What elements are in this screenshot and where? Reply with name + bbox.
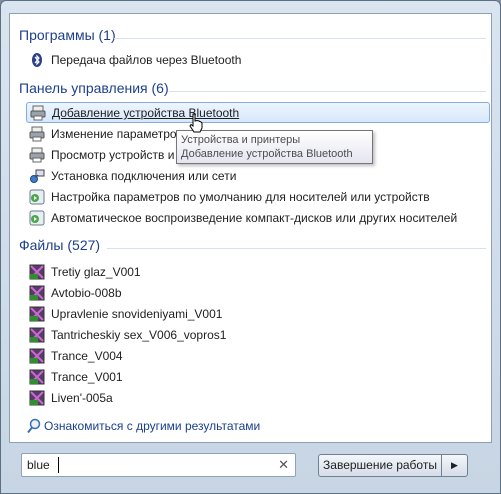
tooltip: Устройства и принтеры Добавление устройс… <box>176 130 373 164</box>
shutdown-button[interactable]: Завершение работы <box>318 454 442 477</box>
control-panel-header[interactable]: Панель управления (6) <box>19 80 169 96</box>
network-icon <box>29 168 45 184</box>
result-label: Добавление устройства Bluetooth <box>52 106 240 120</box>
video-file-icon <box>29 306 45 322</box>
printer-device-icon <box>29 147 45 163</box>
hand-cursor-icon <box>188 113 204 136</box>
clear-icon[interactable]: ✕ <box>278 457 289 473</box>
result-label: Просмотр устройств и <box>51 148 175 162</box>
result-label: Trance_V004 <box>51 349 123 363</box>
result-label: Liven'-005a <box>51 391 113 405</box>
result-label: Tretiy glaz_V001 <box>51 265 141 279</box>
tooltip-line-1: Устройства и принтеры <box>181 134 301 146</box>
search-value: blue <box>27 458 50 472</box>
search-icon <box>27 418 41 439</box>
text-caret <box>58 457 59 473</box>
result-label: Trance_V001 <box>51 370 123 384</box>
video-file-icon <box>29 264 45 280</box>
files-divider <box>107 248 486 249</box>
bluetooth-icon <box>29 52 45 68</box>
result-label: Upravlenie snovideniyami_V001 <box>51 307 223 321</box>
video-file-icon <box>29 285 45 301</box>
programs-header[interactable]: Программы (1) <box>19 27 116 43</box>
printer-device-icon <box>29 126 45 142</box>
shutdown-options-button[interactable]: ▶ <box>442 454 468 477</box>
search-results-panel: Программы (1) Передача файлов через Blue… <box>9 13 492 443</box>
video-file-icon <box>29 327 45 343</box>
result-label: Настройка параметров по умолчанию для но… <box>51 190 430 204</box>
result-label: Avtobio-008b <box>51 286 122 300</box>
see-more-label: Ознакомиться с другими результатами <box>44 419 261 433</box>
video-file-icon <box>29 369 45 385</box>
video-file-icon <box>29 390 45 406</box>
control-panel-divider <box>169 91 486 92</box>
files-header[interactable]: Файлы (527) <box>19 237 100 253</box>
result-label: Передача файлов через Bluetooth <box>51 53 242 67</box>
programs-divider <box>114 38 486 39</box>
result-label: Автоматическое воспроизведение компакт-д… <box>51 211 458 225</box>
video-file-icon <box>29 348 45 364</box>
triangle-right-icon: ▶ <box>451 460 458 470</box>
tooltip-line-2: Добавление устройства Bluetooth <box>181 148 353 160</box>
autoplay-icon <box>29 210 45 226</box>
result-label: Tantricheskiy sex_V006_vopros1 <box>51 328 227 342</box>
autoplay-icon <box>29 189 45 205</box>
result-item-add-bluetooth-device[interactable]: Добавление устройства Bluetooth <box>26 102 490 123</box>
result-label: Изменение параметров <box>51 127 183 141</box>
printer-device-icon <box>30 105 46 121</box>
search-input[interactable]: blue ✕ <box>21 453 296 477</box>
result-label: Установка подключения или сети <box>51 169 237 183</box>
start-menu: Программы (1) Передача файлов через Blue… <box>0 0 501 494</box>
